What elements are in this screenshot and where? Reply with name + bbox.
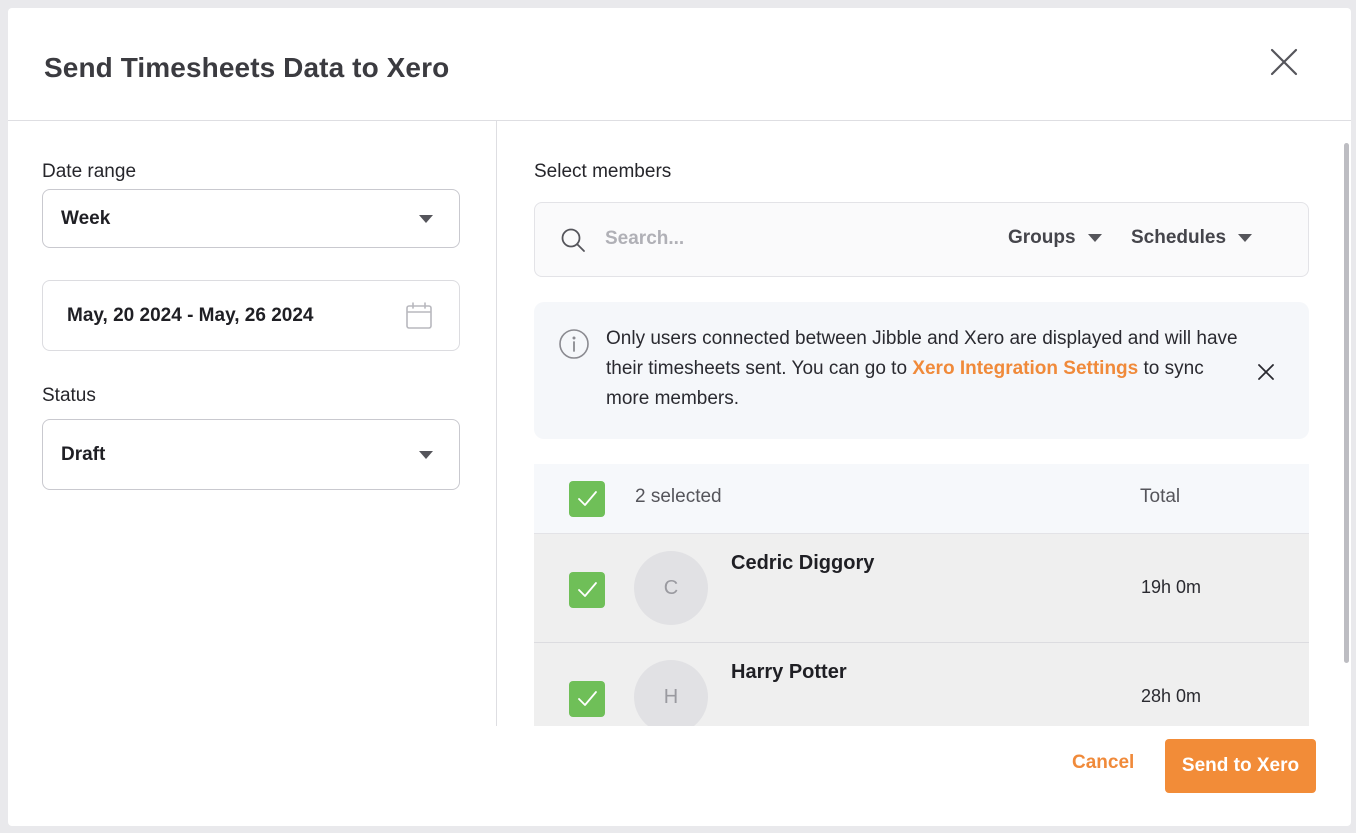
status-select[interactable]: Draft xyxy=(42,419,460,490)
members-table: 2 selected Total C Cedric Diggory 19h 0m… xyxy=(534,464,1309,726)
status-label: Status xyxy=(42,385,96,406)
avatar: C xyxy=(634,551,708,625)
avatar: H xyxy=(634,660,708,726)
check-icon xyxy=(578,582,597,597)
date-range-label: Date range xyxy=(42,161,137,182)
caret-down-icon xyxy=(1087,233,1102,242)
close-icon[interactable] xyxy=(1254,360,1278,384)
member-total: 19h 0m xyxy=(1141,577,1202,597)
cancel-button[interactable]: Cancel xyxy=(1072,752,1134,774)
send-timesheets-dialog: Send Timesheets Data to Xero Date range … xyxy=(8,8,1351,826)
dialog-title: Send Timesheets Data to Xero xyxy=(44,52,450,83)
date-picker[interactable]: May, 20 2024 - May, 26 2024 xyxy=(42,280,460,351)
xero-integration-settings-link[interactable]: Xero Integration Settings xyxy=(912,358,1138,379)
selected-count: 2 selected xyxy=(635,486,722,507)
info-message: Only users connected between Jibble and … xyxy=(606,324,1246,414)
check-icon xyxy=(578,691,597,706)
schedules-filter-button[interactable]: Schedules xyxy=(1131,227,1253,253)
groups-filter-button[interactable]: Groups xyxy=(1008,227,1102,253)
calendar-icon xyxy=(406,302,432,329)
members-panel: Select members Groups Schedules Only use… xyxy=(498,121,1351,726)
filters-panel: Date range Week May, 20 2024 - May, 26 2… xyxy=(8,121,497,726)
date-range-value: Week xyxy=(61,207,111,229)
table-header: 2 selected Total xyxy=(534,464,1309,534)
status-value: Draft xyxy=(61,443,106,465)
table-row[interactable]: H Harry Potter 28h 0m xyxy=(534,643,1309,726)
scrollbar[interactable] xyxy=(1344,143,1349,663)
member-total: 28h 0m xyxy=(1141,686,1202,706)
dialog-header: Send Timesheets Data to Xero xyxy=(8,8,1351,121)
row-checkbox[interactable] xyxy=(569,681,605,717)
select-members-label: Select members xyxy=(534,161,672,182)
table-row[interactable]: C Cedric Diggory 19h 0m xyxy=(534,534,1309,643)
search-icon xyxy=(561,228,585,252)
date-range-select[interactable]: Week xyxy=(42,189,460,248)
member-name: Harry Potter xyxy=(731,661,847,683)
check-icon xyxy=(578,491,597,506)
search-input[interactable] xyxy=(605,221,935,257)
row-checkbox[interactable] xyxy=(569,572,605,608)
groups-filter-label: Groups xyxy=(1008,227,1076,248)
select-all-checkbox[interactable] xyxy=(569,481,605,517)
member-name: Cedric Diggory xyxy=(731,552,875,574)
caret-down-icon xyxy=(419,450,433,459)
send-to-xero-button[interactable]: Send to Xero xyxy=(1165,739,1316,793)
schedules-filter-label: Schedules xyxy=(1131,227,1227,248)
total-column-header: Total xyxy=(1140,486,1181,507)
caret-down-icon xyxy=(419,214,433,223)
date-value: May, 20 2024 - May, 26 2024 xyxy=(67,304,314,326)
info-banner: Only users connected between Jibble and … xyxy=(534,302,1309,439)
info-icon xyxy=(559,329,589,359)
member-search-bar: Groups Schedules xyxy=(534,202,1309,277)
close-button[interactable] xyxy=(1266,44,1302,80)
caret-down-icon xyxy=(1238,233,1253,242)
close-icon xyxy=(1270,48,1298,76)
